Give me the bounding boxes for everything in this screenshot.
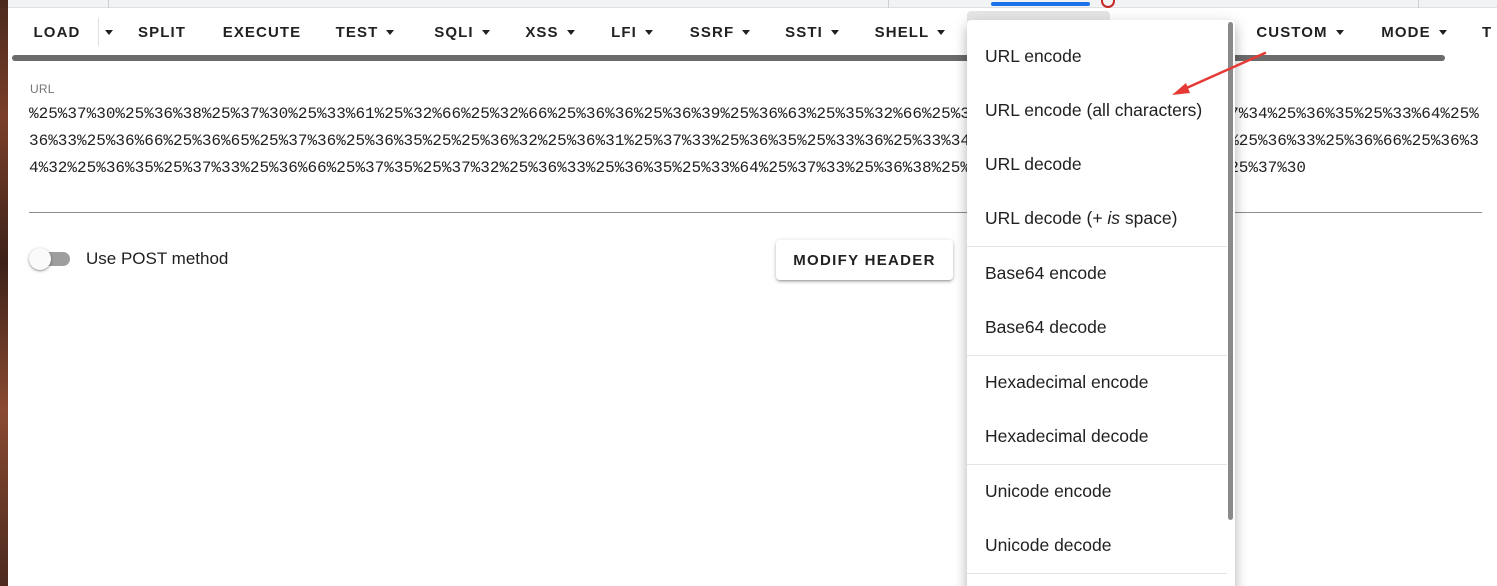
tab-divider	[1418, 0, 1419, 8]
xss-menu-button[interactable]: XSS	[515, 10, 585, 54]
chevron-down-icon	[386, 29, 395, 35]
menu-item-label-part: URL decode (+	[985, 207, 1108, 228]
shell-label: SHELL	[874, 23, 930, 41]
test-menu-button[interactable]: TEST	[325, 10, 405, 54]
ssrf-label: SSRF	[689, 23, 735, 41]
url-textarea[interactable]: %25%37%30%25%36%38%25%37%30%25%33%61%25%…	[29, 101, 1484, 211]
overflow-label: T	[1482, 23, 1493, 41]
shell-menu-button[interactable]: SHELL	[868, 10, 952, 54]
sqli-label: SQLI	[434, 23, 474, 41]
menu-item-url-decode[interactable]: URL decode	[967, 137, 1225, 191]
chevron-down-icon	[1438, 29, 1447, 35]
custom-label: CUSTOM	[1256, 23, 1328, 41]
record-icon	[1101, 0, 1115, 8]
ssrf-menu-button[interactable]: SSRF	[680, 10, 760, 54]
menu-divider	[967, 573, 1227, 574]
modify-header-label: MODIFY HEADER	[793, 251, 936, 269]
chevron-down-icon	[644, 29, 653, 35]
ssti-label: SSTI	[785, 23, 823, 41]
menu-item-url-decode-plus-space[interactable]: URL decode (+ is space)	[967, 191, 1225, 245]
menu-item-label: URL encode (all characters)	[985, 99, 1203, 120]
hackbar-toolbar: LOAD SPLIT EXECUTE TEST SQLI XSS LFI SSR…	[12, 8, 1497, 58]
mode-menu-button[interactable]: MODE	[1374, 10, 1454, 54]
chevron-down-icon	[1335, 29, 1344, 35]
chevron-down-icon	[742, 29, 751, 35]
menu-item-label: Base64 decode	[985, 316, 1107, 337]
menu-item-label: Hexadecimal decode	[985, 425, 1149, 446]
menu-item-label: Unicode encode	[985, 480, 1112, 501]
menu-item-label-part: space)	[1120, 207, 1178, 228]
menu-item-base64-decode[interactable]: Base64 decode	[967, 300, 1225, 354]
load-button[interactable]: LOAD	[22, 10, 92, 54]
menu-item-label: URL decode	[985, 153, 1082, 174]
menu-item-label-emphasis: is	[1107, 207, 1121, 228]
toggle-thumb	[29, 248, 51, 270]
post-method-toggle[interactable]	[28, 247, 74, 271]
active-tab-indicator	[991, 2, 1090, 6]
menu-item-base64-encode[interactable]: Base64 encode	[967, 246, 1225, 300]
lfi-label: LFI	[611, 23, 637, 41]
browser-tab-strip	[8, 0, 1497, 8]
menu-item-label: Base64 encode	[985, 262, 1107, 283]
chevron-down-icon	[566, 29, 575, 35]
menu-item-hex-decode[interactable]: Hexadecimal decode	[967, 409, 1225, 463]
menu-item-label: Hexadecimal encode	[985, 371, 1149, 392]
split-label: SPLIT	[137, 23, 186, 41]
desktop-background-edge	[0, 0, 8, 586]
menu-item-unicode-decode[interactable]: Unicode decode	[967, 518, 1225, 572]
chevron-down-icon	[830, 29, 839, 35]
modify-header-button[interactable]: MODIFY HEADER	[776, 240, 953, 280]
overflow-menu-button[interactable]: T	[1482, 10, 1497, 54]
xss-label: XSS	[525, 23, 559, 41]
test-label: TEST	[335, 23, 379, 41]
chevron-down-icon	[481, 29, 490, 35]
url-field-underline	[29, 212, 1482, 213]
tab-divider	[108, 0, 109, 8]
menu-item-label: Unicode decode	[985, 534, 1112, 555]
mode-label: MODE	[1381, 23, 1431, 41]
load-dropdown-caret-icon[interactable]	[102, 10, 116, 54]
execute-label: EXECUTE	[222, 23, 302, 41]
custom-menu-button[interactable]: CUSTOM	[1250, 10, 1350, 54]
url-field-label: URL	[30, 82, 55, 96]
post-method-label: Use POST method	[86, 249, 229, 268]
ssti-menu-button[interactable]: SSTI	[777, 10, 847, 54]
menu-item-label: URL encode	[985, 45, 1082, 66]
execute-button[interactable]: EXECUTE	[212, 10, 312, 54]
menu-item-unicode-encode[interactable]: Unicode encode	[967, 464, 1225, 518]
lfi-menu-button[interactable]: LFI	[602, 10, 662, 54]
chevron-down-icon	[937, 29, 946, 35]
tab-divider	[888, 0, 889, 8]
sqli-menu-button[interactable]: SQLI	[422, 10, 502, 54]
load-label: LOAD	[33, 23, 81, 41]
toolbar-separator	[98, 18, 99, 46]
encoding-dropdown-menu: URL encode URL encode (all characters) U…	[967, 20, 1235, 586]
menu-item-hex-encode[interactable]: Hexadecimal encode	[967, 355, 1225, 409]
split-button[interactable]: SPLIT	[122, 10, 202, 54]
annotation-arrow-icon	[1172, 51, 1267, 95]
